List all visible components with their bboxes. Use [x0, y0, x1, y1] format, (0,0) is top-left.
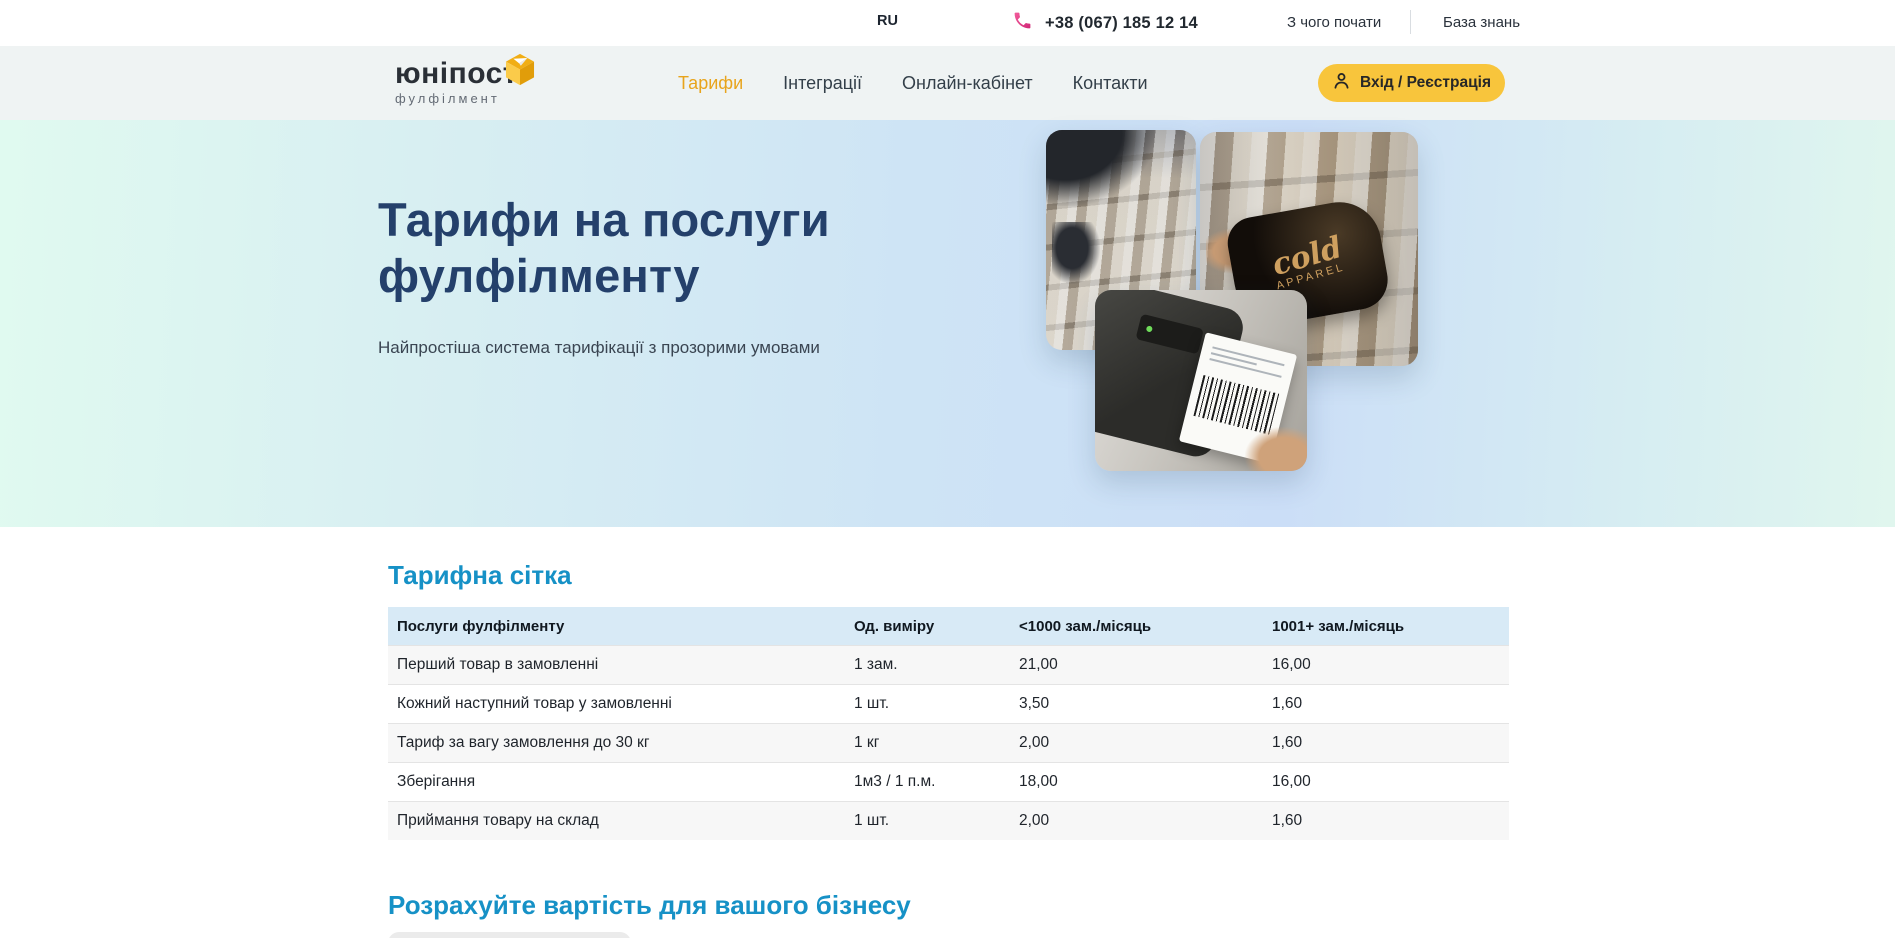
label-printer-photo [1095, 290, 1307, 471]
price-gt1001-cell: 1,60 [1263, 695, 1509, 713]
main-nav: Тарифи Інтеграції Онлайн-кабінет Контакт… [678, 46, 1148, 120]
pricing-section: Тарифна сітка Послуги фулфілменту Од. ви… [0, 527, 1895, 938]
service-cell: Тариф за вагу замовлення до 30 кг [388, 734, 845, 752]
login-button[interactable]: Вхід / Реєстрація [1318, 64, 1505, 102]
page-title: Тарифи на послуги фулфілменту [378, 192, 830, 304]
pricing-table-header: Послуги фулфілменту Од. виміру <1000 зам… [388, 607, 1509, 645]
price-lt1000-cell: 2,00 [1010, 734, 1263, 752]
topbar-link-getting-started[interactable]: З чого почати [1287, 14, 1381, 31]
price-lt1000-cell: 21,00 [1010, 656, 1263, 674]
logo-tagline: фулфілмент [395, 91, 545, 106]
table-row: Кожний наступний товар у замовленні 1 шт… [388, 684, 1509, 723]
logo[interactable]: юніпост фулфілмент [395, 59, 545, 106]
price-gt1001-cell: 1,60 [1263, 812, 1509, 830]
printer-led [1146, 325, 1153, 332]
user-icon [1332, 71, 1351, 95]
barcode-scanner [1052, 222, 1100, 284]
table-row: Тариф за вагу замовлення до 30 кг 1 кг 2… [388, 723, 1509, 762]
phone-number: +38 (067) 185 12 14 [1045, 14, 1198, 33]
price-gt1001-cell: 16,00 [1263, 773, 1509, 791]
unit-cell: 1 шт. [845, 812, 1010, 830]
unit-cell: 1 кг [845, 734, 1010, 752]
calculator-section-title: Розрахуйте вартість для вашого бізнесу [388, 890, 1895, 920]
table-row: Приймання товару на склад 1 шт. 2,00 1,6… [388, 801, 1509, 840]
service-cell: Приймання товару на склад [388, 812, 845, 830]
language-switcher[interactable]: RU [877, 13, 898, 29]
table-row: Перший товар в замовленні 1 зам. 21,00 1… [388, 645, 1509, 684]
page-title-line2: фулфілменту [378, 249, 700, 302]
topbar-divider [1410, 10, 1411, 34]
price-lt1000-cell: 2,00 [1010, 812, 1263, 830]
pricing-section-title: Тарифна сітка [388, 560, 1895, 590]
service-cell: Кожний наступний товар у замовленні [388, 695, 845, 713]
nav-online-cabinet[interactable]: Онлайн-кабінет [902, 73, 1033, 94]
price-lt1000-cell: 3,50 [1010, 695, 1263, 713]
service-cell: Перший товар в замовленні [388, 656, 845, 674]
calculator-control-cutoff[interactable] [388, 932, 631, 938]
login-button-label: Вхід / Реєстрація [1360, 74, 1491, 92]
worker-arm [1046, 130, 1154, 206]
price-gt1001-cell: 16,00 [1263, 656, 1509, 674]
worker-hand [1245, 427, 1307, 471]
nav-tariffs[interactable]: Тарифи [678, 73, 743, 94]
price-lt1000-cell: 18,00 [1010, 773, 1263, 791]
unit-cell: 1 шт. [845, 695, 1010, 713]
nav-contacts[interactable]: Контакти [1073, 73, 1148, 94]
cube-icon [505, 53, 535, 91]
column-header-unit: Од. виміру [845, 618, 1010, 635]
topbar-link-knowledge-base[interactable]: База знань [1443, 14, 1520, 31]
main-header: юніпост фулфілмент Тарифи Інтеграції Онл… [0, 46, 1895, 120]
phone-link[interactable]: +38 (067) 185 12 14 [1012, 10, 1198, 36]
hero-section: Тарифи на послуги фулфілменту Найпростіш… [0, 120, 1895, 527]
nav-integrations[interactable]: Інтеграції [783, 73, 862, 94]
column-header-gt1001: 1001+ зам./місяць [1263, 618, 1509, 635]
page: RU +38 (067) 185 12 14 З чого почати Баз… [0, 0, 1895, 938]
barcode [1193, 375, 1279, 435]
price-gt1001-cell: 1,60 [1263, 734, 1509, 752]
unit-cell: 1м3 / 1 п.м. [845, 773, 1010, 791]
page-title-line1: Тарифи на послуги [378, 193, 830, 246]
page-subtitle: Найпростіша система тарифікації з прозор… [378, 338, 820, 358]
pricing-table: Послуги фулфілменту Од. виміру <1000 зам… [388, 607, 1509, 840]
printer-panel [1136, 314, 1204, 355]
topbar: RU +38 (067) 185 12 14 З чого почати Баз… [0, 0, 1895, 46]
unit-cell: 1 зам. [845, 656, 1010, 674]
column-header-service: Послуги фулфілменту [388, 618, 845, 635]
service-cell: Зберігання [388, 773, 845, 791]
table-row: Зберігання 1м3 / 1 п.м. 18,00 16,00 [388, 762, 1509, 801]
phone-icon [1012, 10, 1033, 36]
column-header-lt1000: <1000 зам./місяць [1010, 618, 1263, 635]
